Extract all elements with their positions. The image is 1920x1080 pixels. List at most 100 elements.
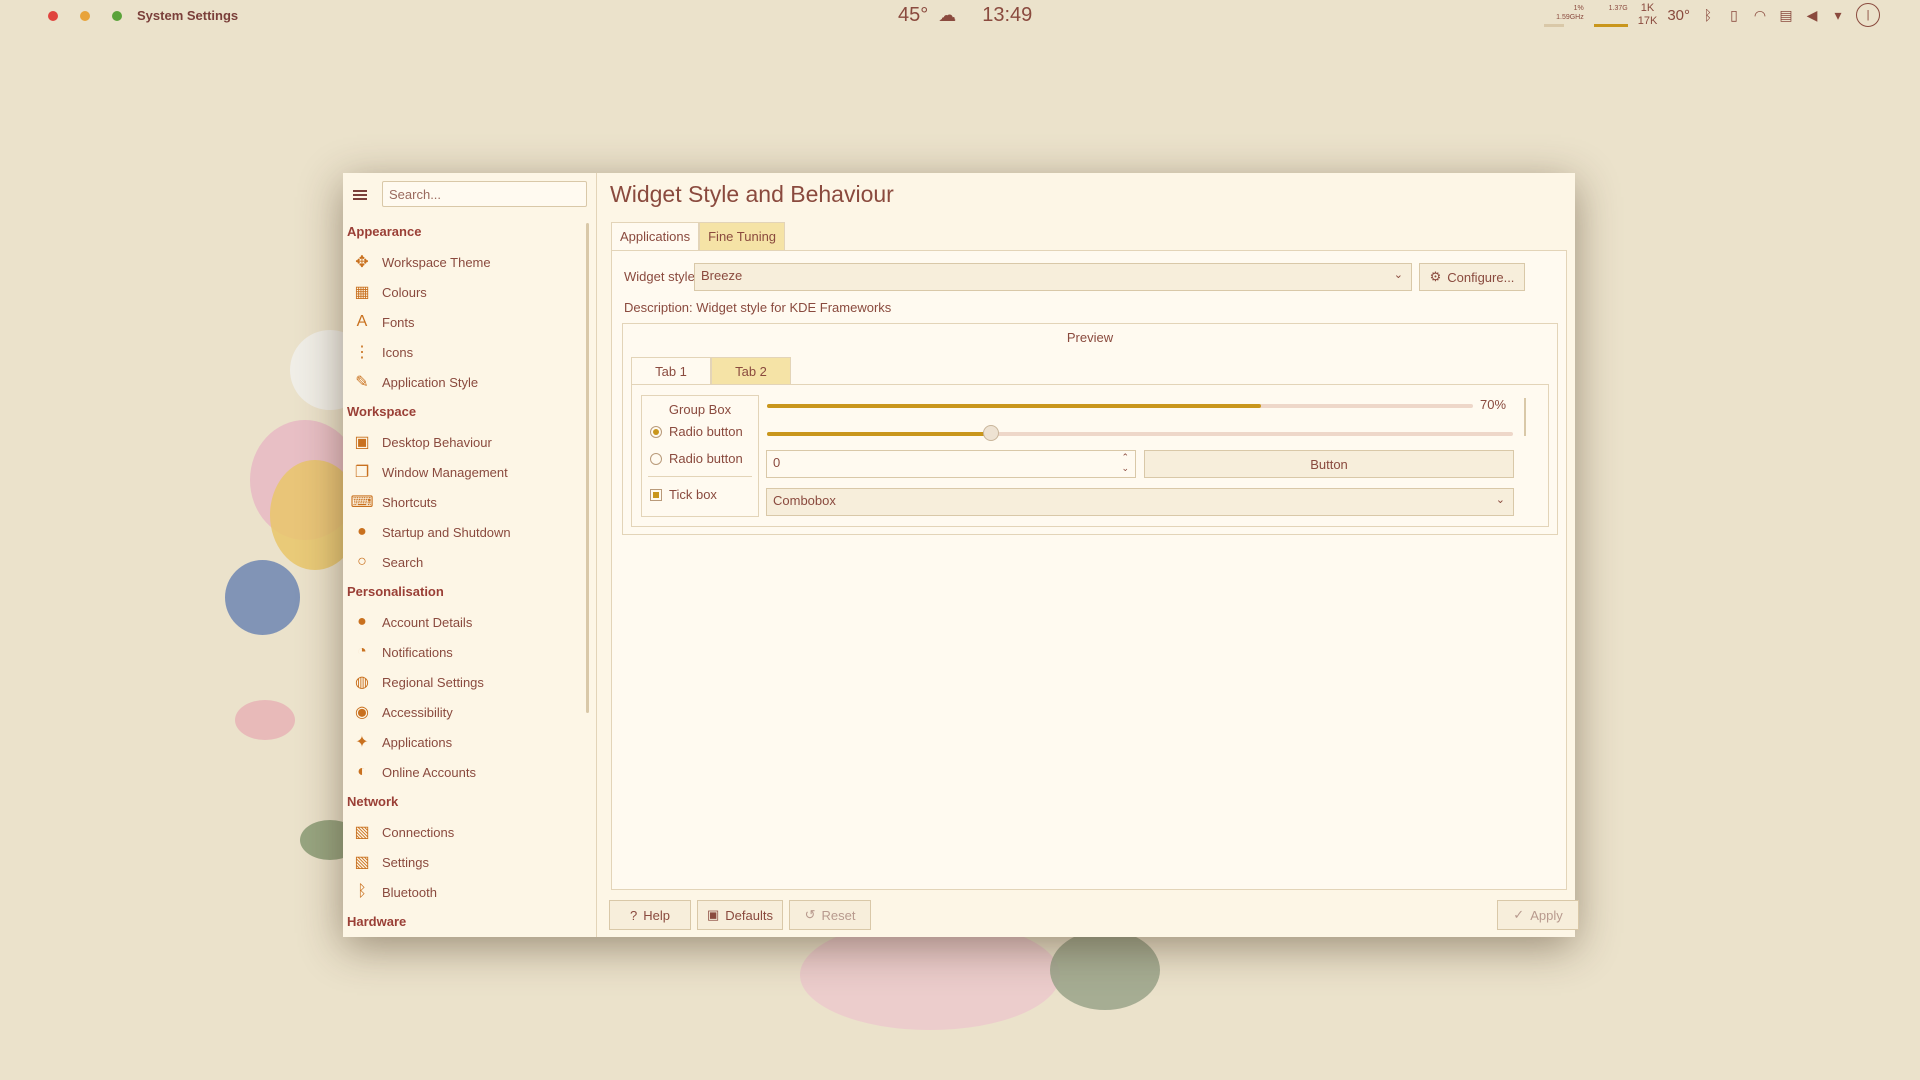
preview-tabs: Tab 1 Tab 2 (631, 357, 791, 385)
sidebar-item-online-accounts[interactable]: ◐ Online Accounts (343, 757, 588, 787)
preview-body: Group Box Radio button Radio button Tick… (631, 384, 1549, 527)
sidebar-item-connections[interactable]: ▧ Connections (343, 817, 588, 847)
configure-button[interactable]: ⚙ Configure... (1419, 263, 1525, 291)
top-panel: System Settings 45° ☁ 13:49 1% 1.59GHz 1… (0, 0, 1920, 34)
sidebar-item-label: Connections (382, 824, 455, 840)
notifications-icon: ◔ (357, 643, 367, 660)
sidebar-category: Hardware (347, 914, 407, 929)
progress-bar (767, 404, 1473, 408)
sidebar-item-regional-settings[interactable]: ◍ Regional Settings (343, 667, 588, 697)
sidebar-item-accessibility[interactable]: ◉ Accessibility (343, 697, 588, 727)
snow-cloud-icon: ☁ (938, 5, 957, 25)
configure-label: Configure... (1447, 269, 1515, 285)
network-monitor[interactable]: 1K 17K (1638, 2, 1658, 28)
slider-handle[interactable] (982, 425, 999, 441)
preview-frame: Preview Tab 1 Tab 2 Group Box Radio butt… (622, 323, 1558, 535)
app-title: System Settings (137, 8, 239, 23)
bluetooth-icon[interactable]: ᛒ (1700, 7, 1716, 23)
group-box: Group Box Radio button Radio button Tick… (641, 395, 759, 517)
sidebar-item-shortcuts[interactable]: ⌨ Shortcuts (343, 487, 588, 517)
applications-icon: ✦ (355, 734, 369, 751)
preview-tab-1[interactable]: Tab 1 (631, 357, 711, 385)
gear-icon: ⚙ (1429, 269, 1442, 284)
sidebar-item-label: Regional Settings (382, 674, 484, 690)
minimize-dot[interactable] (80, 11, 90, 21)
chevron-down-icon[interactable]: ▾ (1830, 7, 1846, 23)
sidebar-item-window-management[interactable]: ❐ Window Management (343, 457, 588, 487)
defaults-button[interactable]: ▣ Defaults (697, 900, 783, 930)
widget-style-label: Widget style: (624, 269, 699, 284)
search-icon: ○ (357, 553, 367, 570)
preview-button[interactable]: Button (1144, 450, 1514, 478)
chevron-down-icon: ⌄ (1393, 269, 1403, 281)
tab-panel: Widget style: Breeze ⌄ ⚙ Configure... De… (611, 250, 1567, 890)
maximize-dot[interactable] (112, 11, 122, 21)
sidebar-item-icons[interactable]: ⋮ Icons (343, 337, 588, 367)
reset-button[interactable]: ↺ Reset (789, 900, 871, 930)
page-title: Widget Style and Behaviour (610, 181, 894, 207)
apply-label: Apply (1530, 907, 1563, 923)
defaults-icon: ▣ (707, 907, 720, 922)
divider (648, 476, 752, 477)
radio-indicator (650, 452, 662, 465)
preview-scrollbar[interactable] (1524, 398, 1526, 436)
accessibility-icon: ◉ (355, 704, 369, 721)
sidebar-item-desktop-behaviour[interactable]: ▣ Desktop Behaviour (343, 427, 588, 457)
help-button[interactable]: ? Help (609, 900, 691, 930)
sidebar-item-bluetooth[interactable]: ᛒ Bluetooth (343, 877, 588, 907)
tick-box[interactable]: Tick box (650, 487, 717, 502)
wifi-icon[interactable]: ◠ (1752, 7, 1768, 23)
sidebar-item-colours[interactable]: ▦ Colours (343, 277, 588, 307)
memory-monitor[interactable]: 1.37G (1593, 4, 1628, 27)
sidebar-scrollbar[interactable] (586, 223, 589, 713)
system-tray: 1% 1.59GHz 1.37G 1K 17K 30° ᛒ ▯ ◠ ▤ ◀ ▾ … (1543, 2, 1880, 28)
tab-fine-tuning[interactable]: Fine Tuning (699, 222, 786, 251)
flower-shape (1050, 930, 1160, 1010)
undo-icon: ↺ (804, 907, 816, 922)
sidebar-item-workspace-theme[interactable]: ✥ Workspace Theme (343, 247, 588, 277)
search-input[interactable]: Search... (382, 181, 587, 207)
close-dot[interactable] (48, 11, 58, 21)
sidebar-item-application-style[interactable]: ✎ Application Style (343, 367, 588, 397)
radio-button-1[interactable]: Radio button (650, 424, 743, 439)
fonts-icon: A (356, 313, 368, 330)
preview-tab-2[interactable]: Tab 2 (711, 357, 791, 385)
clipboard-icon[interactable]: ▤ (1778, 7, 1794, 23)
device-icon[interactable]: ▯ (1726, 7, 1742, 23)
hamburger-menu-icon[interactable] (353, 188, 367, 202)
connections-icon: ▧ (354, 824, 370, 841)
sidebar: Search... Appearance ✥ Workspace Theme ▦ Col… (343, 173, 597, 937)
sidebar-item-fonts[interactable]: A Fonts (343, 307, 588, 337)
apply-button[interactable]: ✓ Apply (1497, 900, 1579, 930)
sidebar-item-notifications[interactable]: ◔ Notifications (343, 637, 588, 667)
sidebar-item-account-details[interactable]: ● Account Details (343, 607, 588, 637)
cpu-temperature[interactable]: 30° (1667, 7, 1690, 24)
volume-icon[interactable]: ◀ (1804, 7, 1820, 23)
sidebar-item-label: Window Management (382, 464, 508, 480)
cpu-monitor[interactable]: 1% 1.59GHz (1543, 4, 1584, 27)
sidebar-item-label: Icons (382, 344, 414, 360)
slider-fill (767, 432, 991, 436)
colours-icon: ▦ (354, 284, 370, 301)
tab-applications[interactable]: Applications (611, 222, 700, 251)
clock-weather[interactable]: 45° ☁ 13:49 (898, 4, 1032, 27)
sidebar-item-search[interactable]: ○ Search (343, 547, 588, 577)
sidebar-item-settings[interactable]: ▧ Settings (343, 847, 588, 877)
spin-arrows-icon[interactable]: ⌃ ⌄ (1121, 452, 1129, 474)
sidebar-item-startup-and-shutdown[interactable]: ● Startup and Shutdown (343, 517, 588, 547)
power-icon[interactable]: | (1856, 3, 1880, 27)
widget-style-combobox[interactable]: Breeze ⌄ (694, 263, 1412, 291)
radio-label: Radio button (669, 424, 743, 439)
shortcuts-icon: ⌨ (350, 494, 374, 511)
main-tabs: Applications Fine Tuning (611, 222, 786, 251)
radio-indicator (650, 425, 662, 438)
group-box-title: Group Box (668, 402, 732, 417)
checkbox-indicator (650, 488, 662, 501)
radio-button-2[interactable]: Radio button (650, 451, 743, 466)
sidebar-item-applications[interactable]: ✦ Applications (343, 727, 588, 757)
preview-combobox[interactable]: Combobox ⌄ (766, 488, 1514, 516)
sidebar-item-label: Account Details (382, 614, 473, 630)
spin-box[interactable]: 0 ⌃ ⌄ (766, 450, 1136, 478)
slider[interactable] (767, 425, 1513, 441)
sidebar-item-label: Colours (382, 284, 427, 300)
